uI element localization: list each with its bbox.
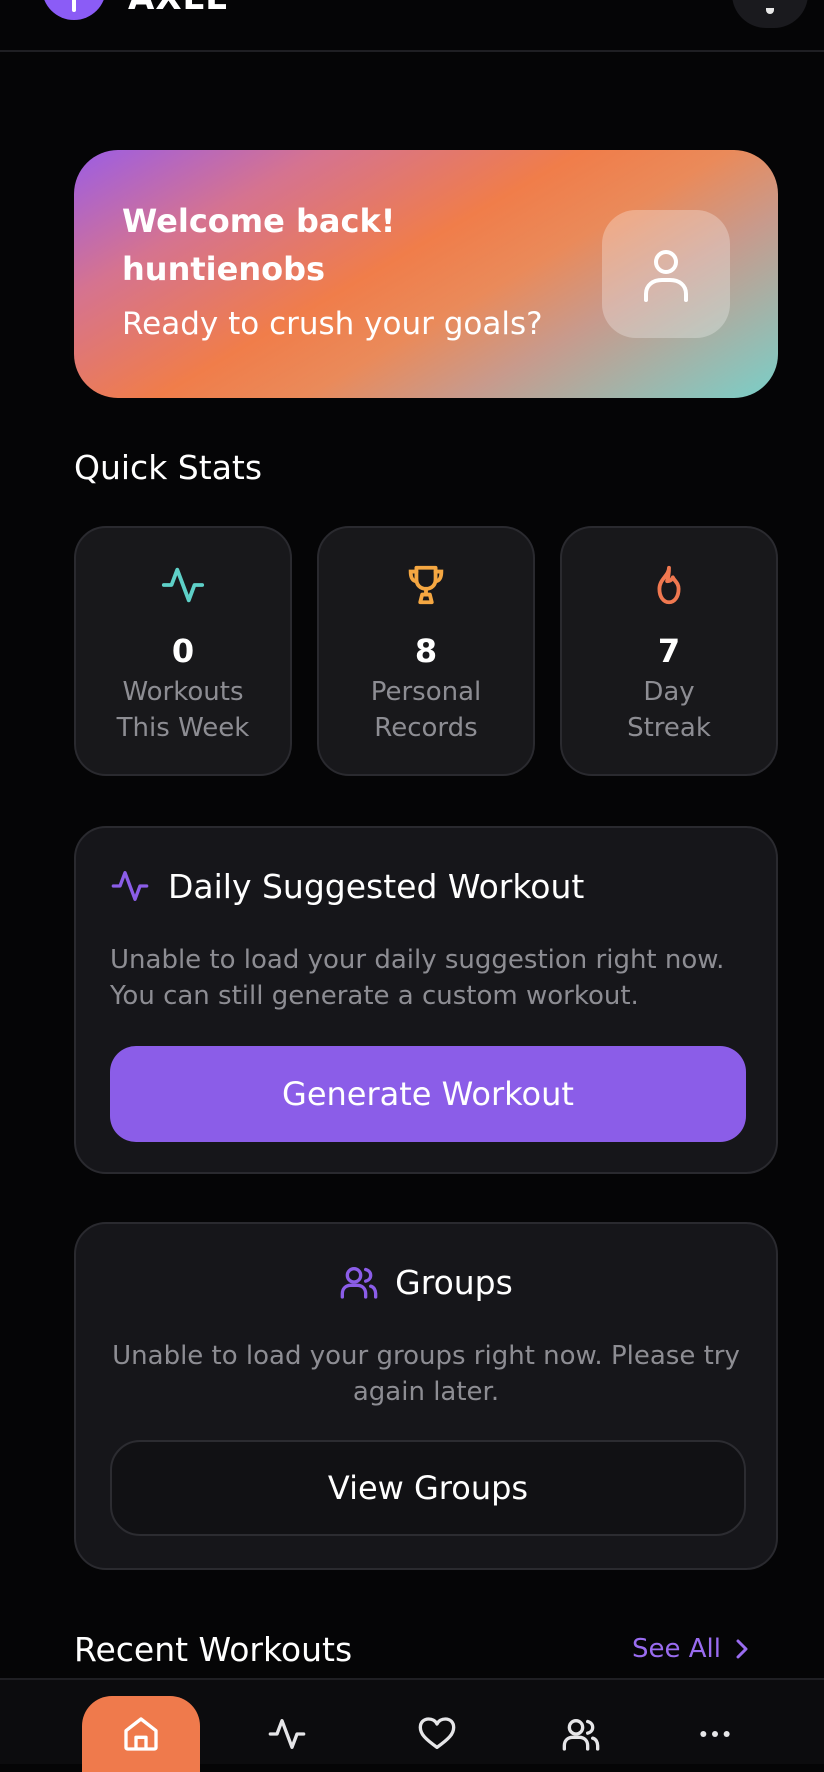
- nav-home[interactable]: [82, 1696, 200, 1772]
- welcome-username: huntienobs: [122, 250, 326, 288]
- app-logo-icon: [42, 0, 106, 20]
- stat-label: Day Streak: [627, 677, 711, 743]
- welcome-title: Welcome back!: [122, 202, 396, 240]
- stat-value: 7: [657, 632, 681, 670]
- activity-icon: [268, 1719, 306, 1749]
- daily-workout-message: Unable to load your daily suggestion rig…: [110, 945, 725, 1011]
- daily-workout-panel: Daily Suggested Workout Unable to load y…: [74, 826, 778, 1174]
- activity-icon: [111, 871, 149, 901]
- bottom-navigation: [0, 1678, 824, 1772]
- see-all-label: See All: [632, 1634, 721, 1664]
- welcome-card: Welcome back! huntienobs Ready to crush …: [74, 150, 778, 398]
- recent-workouts-title: Recent Workouts: [74, 1630, 353, 1669]
- stat-card-workouts: 0 Workouts This Week: [74, 526, 292, 776]
- quick-stats-title: Quick Stats: [74, 448, 263, 487]
- more-icon: [700, 1731, 730, 1737]
- see-all-link[interactable]: See All: [632, 1634, 749, 1664]
- activity-icon: [161, 567, 205, 603]
- groups-header: Groups: [76, 1260, 776, 1304]
- trophy-icon: [408, 565, 444, 605]
- profile-menu-button[interactable]: [732, 0, 808, 28]
- user-icon: [644, 250, 688, 302]
- stat-value: 0: [171, 632, 195, 670]
- users-icon: [340, 1267, 378, 1299]
- daily-workout-header: Daily Suggested Workout: [110, 864, 584, 908]
- stat-label: Workouts This Week: [116, 677, 250, 743]
- groups-panel: Groups Unable to load your groups right …: [74, 1222, 778, 1570]
- groups-message: Unable to load your groups right now. Pl…: [112, 1341, 740, 1407]
- flame-icon: [657, 565, 681, 605]
- nav-activity[interactable]: [228, 1696, 346, 1772]
- welcome-subtitle: Ready to crush your goals?: [122, 306, 543, 342]
- stat-card-records: 8 Personal Records: [317, 526, 535, 776]
- groups-title: Groups: [395, 1262, 513, 1302]
- generate-workout-button[interactable]: Generate Workout: [110, 1046, 746, 1142]
- home-icon: [124, 1717, 158, 1751]
- stat-card-streak: 7 Day Streak: [560, 526, 778, 776]
- nav-more[interactable]: [656, 1696, 774, 1772]
- chevron-right-icon: [736, 1639, 748, 1659]
- users-icon: [562, 1719, 600, 1751]
- app-name: AXLE: [128, 0, 229, 18]
- top-app-bar: AXLE: [0, 0, 824, 52]
- stat-value: 8: [414, 632, 438, 670]
- nav-groups[interactable]: [522, 1696, 640, 1772]
- stat-label: Personal Records: [370, 677, 482, 743]
- heart-icon: [418, 1717, 456, 1749]
- nav-favorites[interactable]: [378, 1696, 496, 1772]
- avatar[interactable]: [602, 210, 730, 338]
- view-groups-button[interactable]: View Groups: [110, 1440, 746, 1536]
- daily-workout-title: Daily Suggested Workout: [168, 866, 585, 906]
